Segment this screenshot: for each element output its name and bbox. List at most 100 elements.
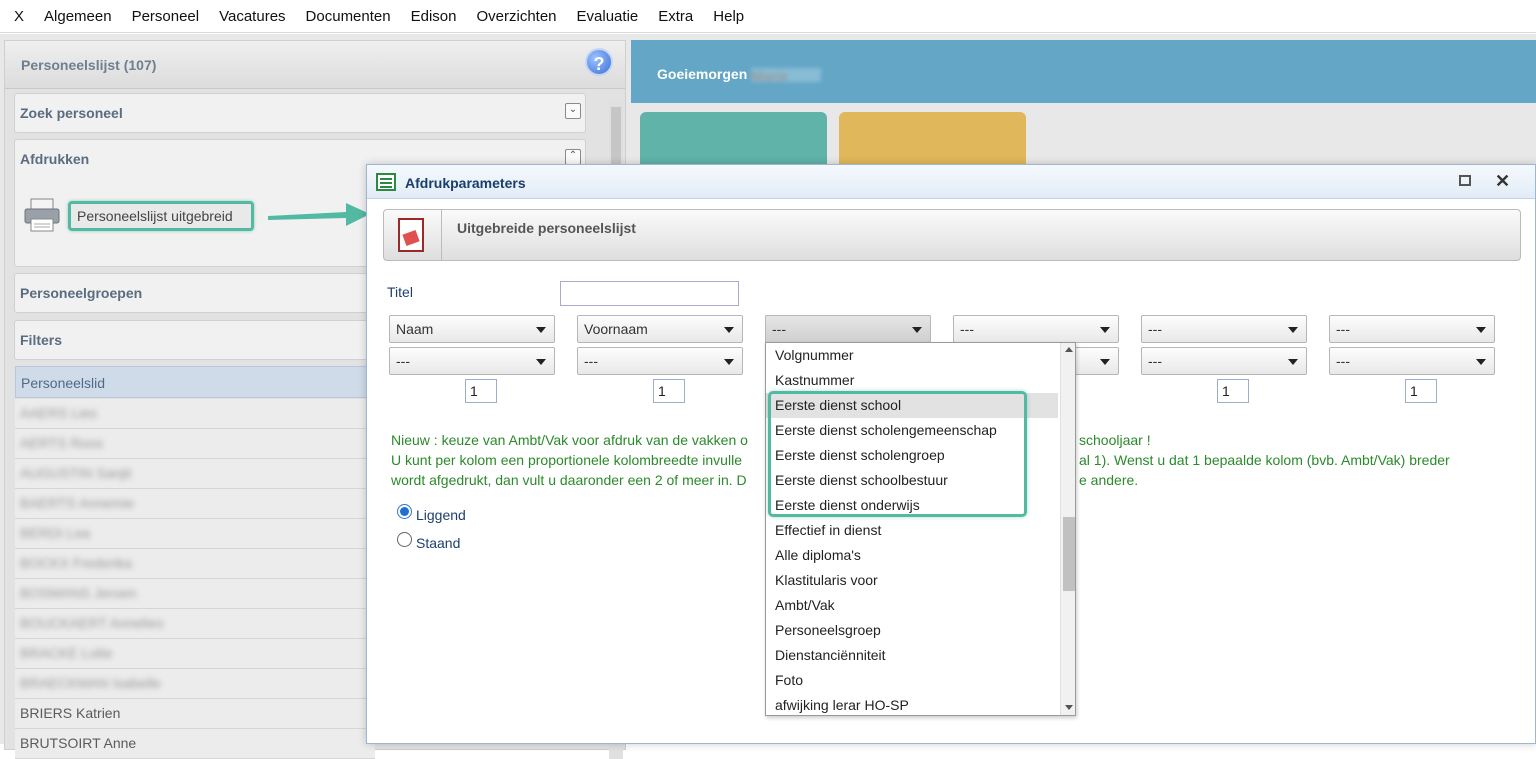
dropdown-option[interactable]: Volgnummer <box>766 343 1058 368</box>
staff-row[interactable]: BOUCKAERT Annelies <box>15 609 375 639</box>
report-header: Uitgebreide personeelslijst <box>383 209 1521 261</box>
pdf-icon[interactable] <box>384 210 442 260</box>
scroll-up-icon[interactable] <box>1065 347 1073 352</box>
radio-liggend[interactable] <box>397 504 412 519</box>
list-header[interactable]: Personeelslid <box>15 366 375 398</box>
menu-item-extra[interactable]: Extra <box>648 0 703 33</box>
menu-item-documenten[interactable]: Documenten <box>296 0 401 33</box>
column-select-3[interactable]: --- <box>765 315 931 343</box>
section-zoek-personeel[interactable]: Zoek personeel ⌄ <box>14 93 586 133</box>
dialog-title: Afdrukparameters <box>405 175 526 191</box>
report-title: Uitgebreide personeelslijst <box>457 220 636 236</box>
staff-row[interactable]: BAERTS Annemie <box>15 489 375 519</box>
staff-name: AAERS Lies <box>20 405 98 421</box>
staff-name: AUGUSTIN Sanjit <box>20 465 132 481</box>
dialog-titlebar[interactable]: Afdrukparameters ✕ <box>367 165 1535 199</box>
dropdown-option[interactable]: Ambt/Vak <box>766 593 1058 618</box>
column-dropdown-list: Volgnummer Kastnummer Eerste dienst school… <box>765 342 1076 716</box>
staff-row[interactable]: BRUTSOIRT Anne <box>15 729 375 759</box>
column-select-5[interactable]: --- <box>1141 315 1307 343</box>
scroll-down-icon[interactable] <box>1065 705 1073 710</box>
title-input[interactable] <box>560 281 739 306</box>
scrollbar-thumb[interactable] <box>1063 517 1075 591</box>
menu-item-vacatures[interactable]: Vacatures <box>209 0 295 33</box>
menu-item-edison[interactable]: Edison <box>401 0 467 33</box>
staff-name: AERTS Roos <box>20 435 103 451</box>
staff-row[interactable]: BOCKX Frederika <box>15 549 375 579</box>
dropdown-option[interactable]: Eerste dienst scholengroep <box>766 443 1058 468</box>
column-select-4[interactable]: --- <box>953 315 1119 343</box>
menu-item-personeel[interactable]: Personeel <box>122 0 210 33</box>
staff-name: BRAECKMAN Isabelle <box>20 675 161 691</box>
expand-icon[interactable]: ⌄ <box>565 103 581 119</box>
help-icon[interactable]: ? <box>585 48 613 76</box>
menu-bar: X Algemeen Personeel Vacatures Documente… <box>0 0 1536 33</box>
scrollbar-thumb[interactable] <box>611 107 621 167</box>
radio-label-staand[interactable]: Staand <box>416 535 460 551</box>
staff-row[interactable]: BRAECKMAN Isabelle <box>15 669 375 699</box>
list-icon <box>376 173 396 191</box>
greeting-bar: Goeiemorgen Marie <box>631 40 1536 103</box>
dropdown-option[interactable]: Kastnummer <box>766 368 1058 393</box>
staff-name: BERDI Lea <box>20 525 91 541</box>
column-subselect-1[interactable]: --- <box>389 347 555 375</box>
column-subselect-6[interactable]: --- <box>1329 347 1495 375</box>
section-title: Personeelgroepen <box>20 285 143 301</box>
column-select-1[interactable]: Naam <box>389 315 555 343</box>
staff-row[interactable]: BRACKE Lotte <box>15 639 375 669</box>
column-width-input-1[interactable]: 1 <box>465 379 497 403</box>
info-line-tail: e andere. <box>1079 472 1139 488</box>
staff-name: BOSMANS Jeroen <box>20 585 137 601</box>
staff-name: BAERTS Annemie <box>20 495 135 511</box>
staff-row[interactable]: BOSMANS Jeroen <box>15 579 375 609</box>
section-title: Zoek personeel <box>20 105 123 121</box>
column-width-input-6[interactable]: 1 <box>1405 379 1437 403</box>
section-title: Afdrukken <box>20 151 90 167</box>
greeting-name: Marie <box>751 68 822 84</box>
info-line-tail: al 1). Wenst u dat 1 bepaalde kolom (bvb… <box>1079 452 1450 468</box>
dropdown-option[interactable]: Alle diploma's <box>766 543 1058 568</box>
dropdown-option[interactable]: Foto <box>766 668 1058 693</box>
menu-item-close[interactable]: X <box>4 0 34 33</box>
section-title: Filters <box>20 332 63 348</box>
staff-name: BOUCKAERT Annelies <box>20 615 164 631</box>
menu-item-evaluatie[interactable]: Evaluatie <box>567 0 649 33</box>
dropdown-option[interactable]: Eerste dienst scholengemeenschap <box>766 418 1058 443</box>
maximize-icon[interactable] <box>1459 175 1471 186</box>
dropdown-option[interactable]: Eerste dienst school <box>766 393 1058 418</box>
menu-item-overzichten[interactable]: Overzichten <box>466 0 566 33</box>
dropdown-option[interactable]: Effectief in dienst <box>766 518 1058 543</box>
dropdown-scrollbar[interactable] <box>1060 343 1075 715</box>
print-personnel-extended-button[interactable]: Personeelslijst uitgebreid <box>68 201 254 231</box>
column-subselect-2[interactable]: --- <box>577 347 743 375</box>
staff-name: BOCKX Frederika <box>20 555 133 571</box>
staff-name: BRACKE Lotte <box>20 645 113 661</box>
column-select-6[interactable]: --- <box>1329 315 1495 343</box>
column-width-input-5[interactable]: 1 <box>1217 379 1249 403</box>
dropdown-option[interactable]: Eerste dienst schoolbestuur <box>766 468 1058 493</box>
column-subselect-5[interactable]: --- <box>1141 347 1307 375</box>
staff-row[interactable]: AUGUSTIN Sanjit <box>15 459 375 489</box>
close-icon[interactable]: ✕ <box>1495 171 1510 192</box>
radio-staand[interactable] <box>397 532 412 547</box>
panel-title: Personeelslijst (107) <box>21 57 157 73</box>
dropdown-option[interactable]: Eerste dienst onderwijs <box>766 493 1058 518</box>
column-width-input-2[interactable]: 1 <box>653 379 685 403</box>
radio-label-liggend[interactable]: Liggend <box>416 507 466 523</box>
menu-item-algemeen[interactable]: Algemeen <box>34 0 122 33</box>
column-select-2[interactable]: Voornaam <box>577 315 743 343</box>
panel-header: Personeelslijst (107) ? <box>5 41 625 89</box>
menu-item-help[interactable]: Help <box>703 0 754 33</box>
collapse-icon[interactable]: ⌃ <box>565 149 581 165</box>
printer-icon <box>24 198 60 232</box>
dropdown-option[interactable]: Dienstanciënniteit <box>766 643 1058 668</box>
staff-name: BRUTSOIRT Anne <box>20 735 137 751</box>
dropdown-option[interactable]: Personeelsgroep <box>766 618 1058 643</box>
dropdown-option[interactable]: afwijking lerar HO-SP <box>766 693 1058 715</box>
staff-row[interactable]: AERTS Roos <box>15 429 375 459</box>
staff-row[interactable]: AAERS Lies <box>15 399 375 429</box>
dropdown-option[interactable]: Klastitularis voor <box>766 568 1058 593</box>
annotation-arrow <box>268 203 370 226</box>
staff-row[interactable]: BERDI Lea <box>15 519 375 549</box>
staff-row[interactable]: BRIERS Katrien <box>15 699 375 729</box>
